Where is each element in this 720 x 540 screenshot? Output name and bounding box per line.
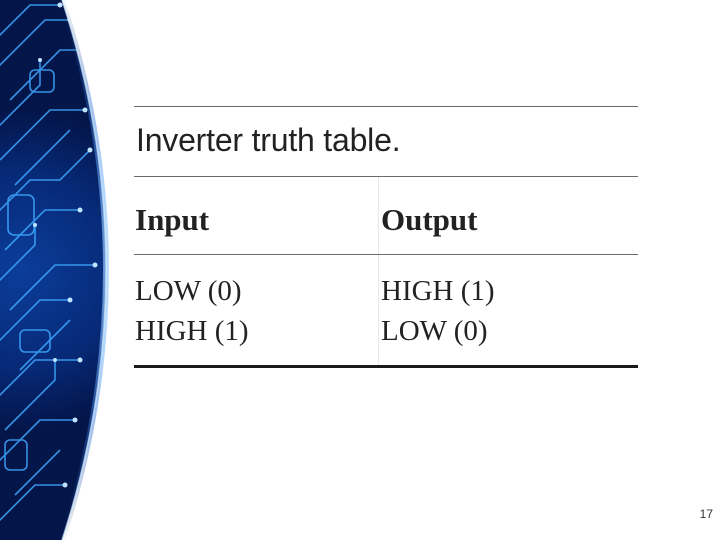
page-number: 17 (699, 507, 713, 521)
cell-row1-input: LOW (0) (135, 275, 242, 307)
header-output: Output (381, 202, 478, 237)
table-bottom-rule (134, 365, 638, 368)
truth-table-figure: Inverter truth table. Input Output LOW (… (134, 106, 638, 368)
table-top-rule (134, 106, 638, 107)
slide: Inverter truth table. Input Output LOW (… (0, 0, 720, 540)
cell-row2-output: LOW (0) (381, 315, 488, 347)
column-divider (378, 177, 379, 368)
header-input: Input (135, 202, 210, 237)
cell-row1-output: HIGH (1) (381, 275, 495, 307)
cell-row2-input: HIGH (1) (135, 315, 249, 347)
header-rule (134, 254, 638, 255)
table-caption: Inverter truth table. (136, 122, 401, 158)
caption-rule (134, 176, 638, 177)
